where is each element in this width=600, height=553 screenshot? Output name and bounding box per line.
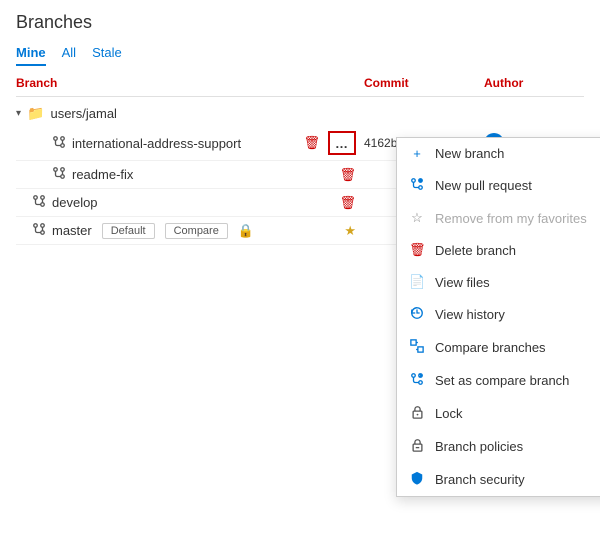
history-icon xyxy=(409,306,425,323)
star-outline-icon: ☆ xyxy=(409,210,425,226)
tab-stale[interactable]: Stale xyxy=(92,41,122,66)
col-author-header: Author xyxy=(484,76,584,90)
branch-name-cell: develop xyxy=(32,194,339,211)
branch-name-cell: readme-fix xyxy=(52,166,339,183)
menu-label: Lock xyxy=(435,406,462,421)
branch-name-cell: master Default Compare 🔒 xyxy=(32,222,344,239)
action-icons: ★ xyxy=(344,223,356,239)
folder-icon: 📁 xyxy=(27,105,44,122)
menu-label: New branch xyxy=(435,146,504,161)
tab-mine[interactable]: Mine xyxy=(16,41,46,66)
menu-item-delete-branch[interactable]: 🗑 Delete branch xyxy=(397,234,600,266)
tabs-bar: Mine All Stale xyxy=(16,41,584,66)
menu-item-branch-security[interactable]: Branch security xyxy=(397,463,600,496)
branch-rows-container: ▾ 📁 users/jamal int xyxy=(16,101,584,245)
col-branch-header: Branch xyxy=(16,76,364,90)
pull-request-icon xyxy=(409,177,425,194)
compare-icon xyxy=(409,339,425,356)
delete-icon[interactable]: 🗑 xyxy=(339,195,356,211)
lock-icon xyxy=(409,405,425,422)
delete-icon[interactable]: 🗑 xyxy=(303,135,320,151)
menu-item-compare-branches[interactable]: Compare branches xyxy=(397,331,600,364)
page-title: Branches xyxy=(16,12,584,33)
menu-label: New pull request xyxy=(435,178,532,193)
menu-label: Branch security xyxy=(435,472,525,487)
col-commit-header: Commit xyxy=(364,76,484,90)
menu-label: Set as compare branch xyxy=(435,373,569,388)
badge-compare[interactable]: Compare xyxy=(165,223,228,239)
menu-item-view-history[interactable]: View history xyxy=(397,298,600,331)
branch-icon xyxy=(32,194,46,211)
menu-item-set-compare[interactable]: Set as compare branch xyxy=(397,364,600,397)
menu-item-branch-policies[interactable]: Branch policies xyxy=(397,430,600,463)
file-icon: 📄 xyxy=(409,274,425,290)
menu-item-view-files[interactable]: 📄 View files xyxy=(397,266,600,298)
branch-icon xyxy=(52,135,66,152)
branch-icon xyxy=(32,222,46,239)
menu-label: Remove from my favorites xyxy=(435,211,587,226)
star-icon[interactable]: ★ xyxy=(344,223,356,239)
menu-label: Delete branch xyxy=(435,243,516,258)
menu-item-new-pull-request[interactable]: New pull request xyxy=(397,169,600,202)
branch-name[interactable]: readme-fix xyxy=(72,167,133,182)
group-header-users-jamal[interactable]: ▾ 📁 users/jamal xyxy=(16,101,584,126)
menu-label: View history xyxy=(435,307,505,322)
group-name: users/jamal xyxy=(50,106,116,121)
menu-label: Compare branches xyxy=(435,340,546,355)
menu-label: Branch policies xyxy=(435,439,523,454)
tab-all[interactable]: All xyxy=(62,41,76,66)
dropdown-menu: + New branch New pull request xyxy=(396,137,600,497)
more-button[interactable]: … xyxy=(328,131,356,155)
plus-icon: + xyxy=(409,146,425,161)
action-icons: 🗑 xyxy=(339,167,356,183)
branch-name[interactable]: international-address-support xyxy=(72,136,241,151)
branch-name-cell: international-address-support xyxy=(52,135,303,152)
chevron-icon: ▾ xyxy=(16,108,21,119)
trash-icon: 🗑 xyxy=(409,242,425,258)
branch-name[interactable]: develop xyxy=(52,195,98,210)
branch-name[interactable]: master xyxy=(52,223,92,238)
page-container: Branches Mine All Stale Branch Commit Au… xyxy=(0,0,600,245)
badge-default: Default xyxy=(102,223,155,239)
action-icons: 🗑 … xyxy=(303,131,356,155)
action-icons: 🗑 xyxy=(339,195,356,211)
security-icon xyxy=(409,471,425,488)
menu-item-remove-favorites: ☆ Remove from my favorites xyxy=(397,202,600,234)
branch-icon xyxy=(52,166,66,183)
menu-item-lock[interactable]: Lock xyxy=(397,397,600,430)
menu-item-new-branch[interactable]: + New branch xyxy=(397,138,600,169)
delete-icon[interactable]: 🗑 xyxy=(339,167,356,183)
set-compare-icon xyxy=(409,372,425,389)
menu-label: View files xyxy=(435,275,490,290)
policies-icon xyxy=(409,438,425,455)
lock-icon: 🔒 xyxy=(238,223,254,239)
table-header: Branch Commit Author xyxy=(16,70,584,97)
